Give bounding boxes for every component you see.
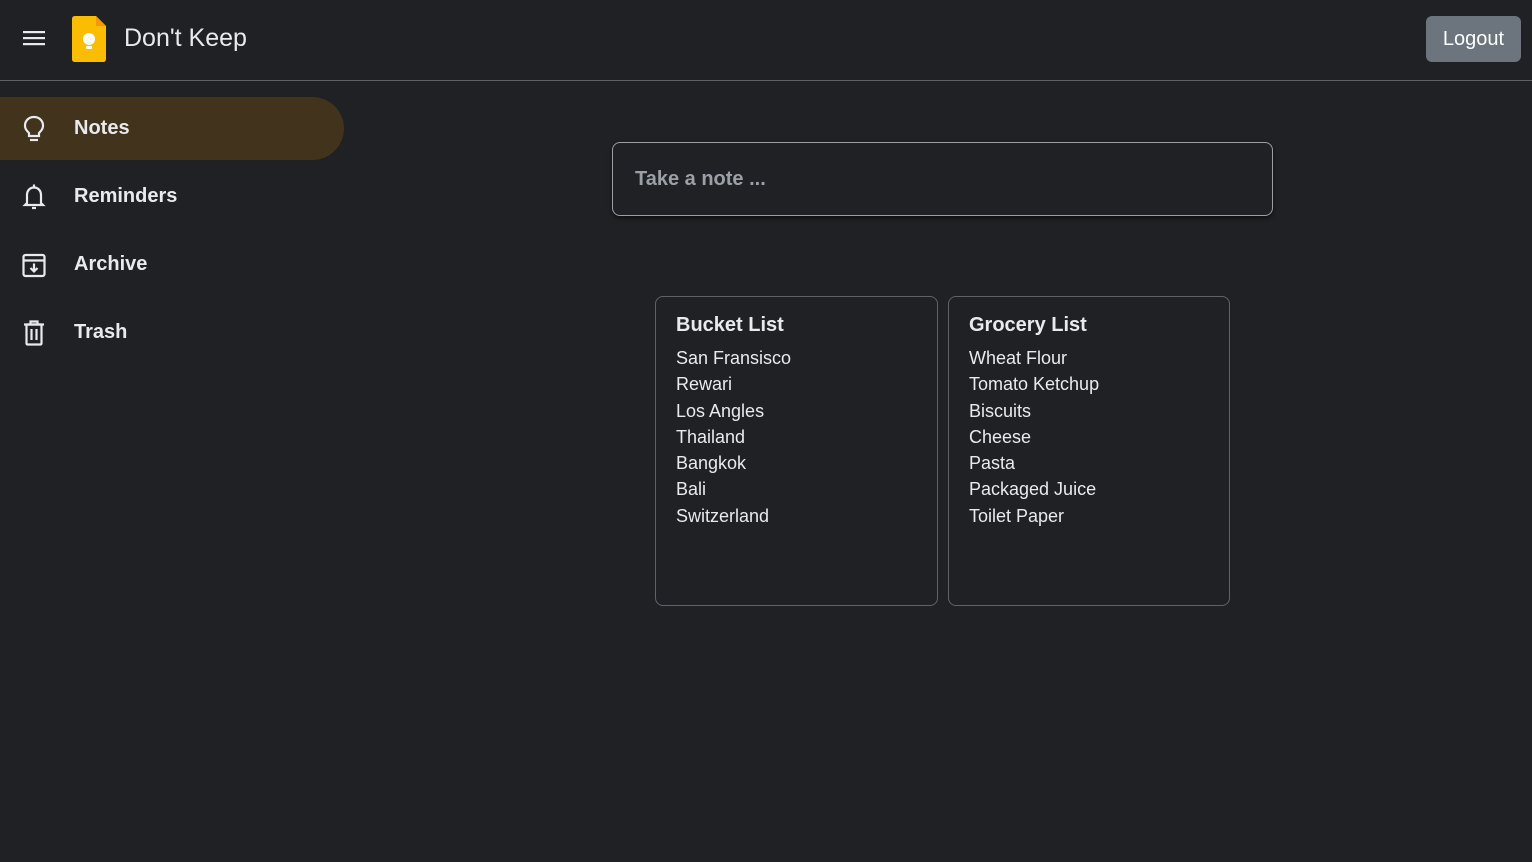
- note-line: Thailand: [676, 426, 746, 447]
- app-title: Don't Keep: [124, 24, 247, 52]
- sidebar-item-label: Archive: [74, 253, 148, 275]
- bell-icon: [20, 183, 48, 211]
- note-line: Packaged Juice: [969, 479, 1097, 500]
- trash-icon: [20, 319, 48, 347]
- note-line: Switzerland: [676, 505, 770, 526]
- note-line: Wheat Flour: [969, 348, 1068, 368]
- logout-button[interactable]: Logout: [1426, 16, 1521, 62]
- hamburger-menu-icon: [22, 26, 46, 55]
- take-note-box[interactable]: [612, 142, 1273, 216]
- keep-logo-icon: [72, 16, 106, 62]
- archive-icon: [20, 251, 48, 279]
- note-line: San Fransisco: [676, 348, 792, 368]
- note-body: Wheat Flour Tomato Ketchup Biscuits Chee…: [969, 345, 1209, 529]
- note-card-bucket-list[interactable]: Bucket List San Fransisco Rewari Los Ang…: [655, 296, 938, 606]
- note-title: Grocery List: [969, 314, 1087, 336]
- sidebar-item-trash[interactable]: Trash: [0, 301, 344, 364]
- note-line: Los Angles: [676, 400, 765, 421]
- note-line: Biscuits: [969, 400, 1032, 421]
- note-line: Bali: [676, 479, 707, 500]
- sidebar-item-archive[interactable]: Archive: [0, 233, 344, 296]
- note-title: Bucket List: [676, 314, 784, 336]
- note-line: Bangkok: [676, 453, 747, 474]
- note-line: Tomato Ketchup: [969, 374, 1100, 395]
- sidebar-item-label: Reminders: [74, 185, 178, 207]
- note-line: Toilet Paper: [969, 505, 1065, 526]
- note-line: Pasta: [969, 453, 1016, 474]
- sidebar-item-label: Trash: [74, 321, 128, 343]
- app-header: Don't Keep Logout: [0, 0, 1532, 81]
- note-line: Cheese: [969, 426, 1032, 447]
- note-card-grocery-list[interactable]: Grocery List Wheat Flour Tomato Ketchup …: [948, 296, 1230, 606]
- take-note-input[interactable]: [633, 143, 1253, 215]
- note-line: Rewari: [676, 374, 733, 395]
- main-menu-button[interactable]: [14, 20, 54, 60]
- sidebar-item-reminders[interactable]: Reminders: [0, 165, 344, 228]
- lightbulb-icon: [20, 115, 48, 143]
- note-body: San Fransisco Rewari Los Angles Thailand…: [676, 345, 917, 529]
- sidebar-item-label: Notes: [74, 117, 130, 139]
- sidebar-item-notes[interactable]: Notes: [0, 97, 344, 160]
